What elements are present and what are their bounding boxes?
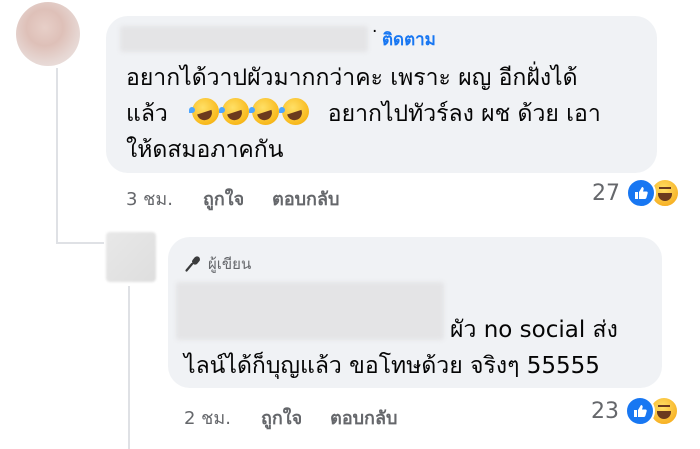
thread-line-elbow [56, 242, 104, 244]
commenter-avatar[interactable] [16, 2, 80, 66]
comment-actions: 3 ชม. ถูกใจ ตอบกลับ [126, 184, 367, 213]
comment-text-line-3: ให้ดสมอภาคกัน [126, 137, 284, 163]
comment-reaction-count[interactable]: 27 [592, 181, 620, 206]
comment-text-line-2: แล้ว อยากไปทัวร์ลง ผช ด้วย เอา [126, 96, 646, 132]
rolling-laughing-emoji-icon [219, 98, 250, 125]
thread-line-vertical [56, 68, 58, 244]
comment-text: อยากได้วาปผัวมากกว่าคะ เพราะ ผญ อีกฝั่งไ… [126, 60, 646, 168]
reply-text-line-2: ไลน์ได้ก็บุญแล้ว ขอโทษด้วย จริงๆ 55555 [184, 353, 600, 379]
comment-timestamp[interactable]: 3 ชม. [126, 184, 173, 213]
author-badge: ผู้เขียน [184, 252, 251, 276]
thread-line-reply [128, 286, 130, 449]
microphone-icon [185, 256, 200, 272]
comment-reactions[interactable]: 27 [592, 178, 680, 208]
rolling-laughing-emoji-icon [189, 98, 220, 125]
reply-text-line-1: ผัว no social ส่ง [450, 317, 618, 343]
reply-name-blurred[interactable] [176, 282, 444, 340]
rolling-laughing-emoji-icon [249, 98, 280, 125]
rolling-laughing-emoji-icon [279, 98, 310, 125]
comment-text-line-2-end: อยากไปทัวร์ลง ผช ด้วย เอา [327, 101, 601, 127]
reply-timestamp[interactable]: 2 ชม. [184, 403, 231, 432]
reply-reactions[interactable]: 23 [591, 396, 679, 426]
reply-reply-button[interactable]: ตอบกลับ [330, 403, 397, 432]
reply-avatar[interactable] [106, 232, 156, 282]
author-badge-label: ผู้เขียน [208, 255, 252, 273]
reply-actions: 2 ชม. ถูกใจ ตอบกลับ [184, 403, 425, 432]
commenter-name-blurred[interactable] [120, 26, 368, 52]
comment-like-button[interactable]: ถูกใจ [203, 184, 244, 213]
follow-separator: · [372, 22, 378, 42]
like-reaction-icon [625, 396, 655, 426]
like-reaction-icon [626, 178, 656, 208]
comment-reply-button[interactable]: ตอบกลับ [272, 184, 339, 213]
reply-reaction-count[interactable]: 23 [591, 399, 619, 424]
reply-like-button[interactable]: ถูกใจ [261, 403, 302, 432]
comment-text-line-2-start: แล้ว [126, 101, 168, 127]
comment-text-line-1: อยากได้วาปผัวมากกว่าคะ เพราะ ผญ อีกฝั่งไ… [126, 65, 578, 91]
follow-link[interactable]: ติดตาม [382, 26, 436, 53]
